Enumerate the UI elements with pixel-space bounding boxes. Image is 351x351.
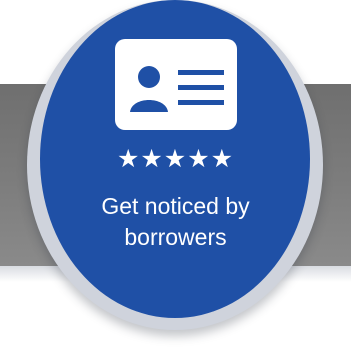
id-line-1 xyxy=(178,70,224,75)
caption-line-1: Get noticed by xyxy=(101,193,250,219)
profile-head xyxy=(138,66,160,88)
id-line-2 xyxy=(178,85,224,90)
badge-canvas: ★★★★★ Get noticed by borrowers xyxy=(0,0,351,351)
rating-stars: ★★★★★ xyxy=(116,144,235,173)
id-card-body xyxy=(115,39,237,130)
caption-line-2: borrowers xyxy=(124,224,227,250)
id-card-icon xyxy=(115,39,237,130)
badge-caption: Get noticed by borrowers xyxy=(60,191,291,253)
id-line-3 xyxy=(178,100,224,105)
